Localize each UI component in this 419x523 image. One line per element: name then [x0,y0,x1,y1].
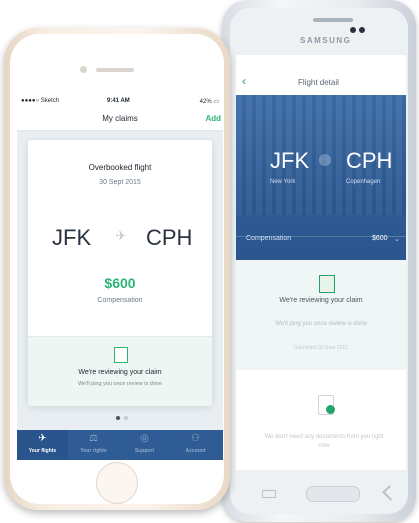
samsung-sensor-icon [359,27,365,33]
samsung-brand-label: SAMSUNG [300,36,352,45]
scales-icon: ⚖ [89,433,98,444]
iphone-battery: 42% ▭ [199,99,219,105]
add-claim-button[interactable]: Add [205,114,221,123]
samsung-to-city: Copenhagen [346,179,381,185]
page-dot[interactable] [124,416,128,420]
iphone-status-time: 9:41 AM [107,98,130,104]
review-subtitle: We'll ping you once review is done [77,381,163,387]
tab-account[interactable]: ⚇ Account [170,430,221,460]
iphone-home-button[interactable] [96,462,138,504]
tab-label: Your rights [80,448,107,454]
samsung-review-subtitle: We'll ping you once review is done [275,321,367,327]
to-airport-code: CPH [146,225,193,250]
samsung-nav-title: Flight detail [298,78,339,87]
samsung-documents-section [236,370,406,470]
chevron-left-icon[interactable]: ‹ [242,74,246,88]
review-title: We're reviewing your claim [78,369,162,376]
page-indicator[interactable] [112,416,132,421]
samsung-review-date: Submitted 30 Sept 2015 [294,345,348,351]
plane-icon [319,154,331,166]
iphone-camera-icon [80,66,87,73]
magnifier-document-icon [319,275,335,293]
samsung-home-button[interactable] [306,486,360,502]
samsung-compensation-label: Compensation [246,235,292,242]
compensation-amount: $600 [104,275,136,291]
iphone-status-bar: ●●●●○ Sketch ︎ 9:41 AM 42% ▭ [17,95,223,108]
samsung-speaker [313,18,353,22]
carrier-label: Sketch [40,98,60,104]
tab-support[interactable]: ◎ Support [119,430,170,460]
tab-your-flights[interactable]: ✈ Your flights [17,430,68,460]
samsung-to-code: CPH [346,148,393,173]
tab-bar: ✈ Your flights ⚖ Your rights ◎ Support ⚇… [17,430,223,460]
iphone-speaker [96,68,134,72]
plane-icon: ✈ [38,433,47,444]
tab-label: Account [185,448,206,454]
iphone-carrier: ●●●●○ Sketch ︎ [21,98,61,104]
tab-label: Support [134,448,155,454]
iphone-nav-bar: My claims Add [17,108,223,131]
samsung-review-title: We're reviewing your claim [279,297,363,304]
from-airport-code: JFK [52,225,92,250]
samsung-from-city: New York [270,179,296,185]
samsung-nav-bar: ‹ Flight detail [236,69,406,96]
check-icon [326,405,335,414]
lifebuoy-icon: ◎ [140,433,149,444]
battery-percent: 42% [199,99,212,105]
user-icon: ⚇ [191,433,200,444]
tab-your-rights[interactable]: ⚖ Your rights [68,430,119,460]
recent-apps-icon[interactable] [262,490,276,498]
page-dot-active[interactable] [116,416,120,420]
samsung-status-bar [236,55,406,69]
plane-icon: ✈ [115,228,127,243]
claim-card[interactable]: Overbooked flight 30 Sept 2015 JFK ✈ CPH… [28,140,212,406]
claim-date: 30 Sept 2015 [99,179,141,186]
magnifier-document-icon [114,347,128,363]
samsung-documents-text: We don't need any documents from you rig… [264,434,384,449]
iphone-screen: ●●●●○ Sketch ︎ 9:41 AM 42% ▭ My claims A… [17,95,223,460]
samsung-screen: ‹ Flight detail JFK New York CPH Copenha… [236,55,406,470]
chevron-down-icon[interactable]: ⌄ [394,235,400,243]
tab-label: Your flights [28,448,57,454]
samsung-camera-icon [350,27,356,33]
page-title: My claims [102,114,138,123]
claim-title: Overbooked flight [88,163,152,172]
samsung-compensation-value[interactable]: $600 [372,235,388,242]
compensation-label: Compensation [97,297,143,304]
samsung-from-code: JFK [270,148,310,173]
samsung-flight-hero: JFK New York CPH Copenhagen [236,95,406,275]
